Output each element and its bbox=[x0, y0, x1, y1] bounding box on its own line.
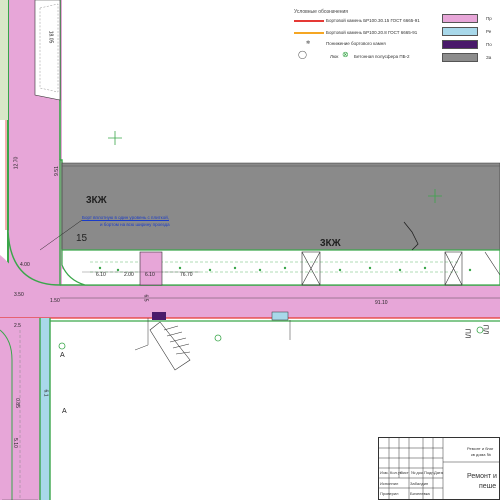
mark-label-b: А bbox=[62, 408, 67, 415]
dim-label-1: 91.10 bbox=[375, 300, 388, 306]
col-6: Дата bbox=[434, 470, 443, 475]
concrete-hemisphere-icon: ⊗ bbox=[342, 50, 349, 59]
stamp-title-2: пеше bbox=[479, 483, 497, 490]
note-line-1: Борт вплотную в один уровень с плиткой, bbox=[82, 215, 169, 220]
stamp-title-1: Ремонт и bbox=[467, 473, 497, 480]
dim-label-11: 6.5 bbox=[142, 294, 149, 302]
side-label-a: ПЛ bbox=[463, 328, 471, 339]
dim-label-5: 1.50 bbox=[50, 298, 60, 304]
dim-label-16: 6.1 bbox=[42, 389, 49, 397]
legend-panel: Условные обозначения Бортовой камень БР1… bbox=[280, 0, 500, 72]
dim-label-14: 2.5 bbox=[14, 323, 21, 329]
stamp-right-small-2: кв дома № bbox=[471, 452, 491, 457]
row-executor: Исполнил bbox=[380, 481, 399, 486]
planting-strip bbox=[61, 249, 500, 286]
legend-right-label-3: По bbox=[486, 42, 492, 47]
dim-label-10: 4.00 bbox=[20, 262, 30, 268]
legend-swatch-blue bbox=[442, 27, 478, 36]
legend-item-2: Бортовой камень БР100.20.8 ГОСТ 6665-91 bbox=[326, 30, 418, 35]
upper-left-hatch bbox=[0, 0, 8, 120]
legend-swatch-gray bbox=[442, 53, 478, 62]
dim-label-13: 5.10 bbox=[11, 438, 18, 448]
legend-item-3-symbol: ✲ bbox=[306, 40, 311, 46]
manhole-icon: ◯ bbox=[298, 50, 307, 59]
legend-swatch-pink bbox=[442, 14, 478, 23]
dim-label-2: 76.70 bbox=[180, 272, 193, 278]
gray-building bbox=[61, 162, 500, 251]
legend-line-red bbox=[294, 20, 324, 22]
col-3: Лист bbox=[400, 470, 409, 475]
legend-right-label-2: Ре bbox=[486, 29, 492, 34]
dim-label-12: 9.51 bbox=[53, 166, 60, 176]
building-code-label-1: 3КЖ bbox=[86, 195, 107, 206]
legend-item-5: Бетонная полусфера ПБ-2 bbox=[354, 54, 410, 59]
legend-item-1: Бортовой камень БР100.30.15 ГОСТ 6665-91 bbox=[326, 18, 420, 23]
dim-label-9: 2.00 bbox=[124, 272, 134, 278]
legend-right-label-1: Пр bbox=[486, 16, 492, 21]
name-executor: Забалдин bbox=[410, 481, 429, 486]
legend-item-4: Люк bbox=[330, 54, 339, 59]
legend-right-label-4: За bbox=[486, 55, 492, 60]
dim-label-7: 18.05 bbox=[47, 30, 54, 44]
site-plan-sheet: 3КЖ 3КЖ 15 Борт вплотную в один уровень … bbox=[0, 0, 500, 500]
legend-item-3: Понижение бортового камня bbox=[326, 41, 386, 46]
number-15-label: 15 bbox=[76, 233, 88, 244]
blue-strip bbox=[40, 318, 50, 500]
legend-swatch-purple bbox=[442, 40, 478, 49]
dim-label-6: 3.50 bbox=[14, 292, 24, 298]
building-code-label-2: 3КЖ bbox=[320, 238, 341, 249]
site-plan-map bbox=[0, 0, 500, 500]
stairs bbox=[149, 321, 191, 371]
row-checker: Проверил bbox=[380, 491, 399, 496]
side-label-b: ПЛ bbox=[481, 324, 489, 335]
col-4: № док. bbox=[411, 470, 424, 475]
lower-small-rect-1 bbox=[152, 312, 166, 320]
dim-label-8: 12.70 bbox=[13, 156, 20, 170]
col-1: Изм. bbox=[380, 470, 389, 475]
name-checker: Бичелевка bbox=[410, 491, 430, 496]
stamp-right-small-1: Ремонт и благ bbox=[467, 446, 494, 451]
main-road bbox=[0, 285, 500, 318]
title-block: Изм. Кол.уч Лист № док. Подп. Дата Испол… bbox=[378, 437, 500, 500]
dim-label-15: 0.85 bbox=[13, 398, 20, 408]
legend-title: Условные обозначения bbox=[294, 9, 349, 15]
note-line-2: и бортом на всю ширину проезда bbox=[100, 222, 170, 227]
dim-label-3: 6.10 bbox=[96, 272, 106, 278]
legend-line-orange bbox=[294, 32, 324, 34]
mark-label-a: А bbox=[60, 352, 65, 359]
dim-label-4: 6.10 bbox=[145, 272, 155, 278]
left-building-outline bbox=[34, 0, 61, 101]
lower-small-rect-2 bbox=[271, 311, 289, 321]
